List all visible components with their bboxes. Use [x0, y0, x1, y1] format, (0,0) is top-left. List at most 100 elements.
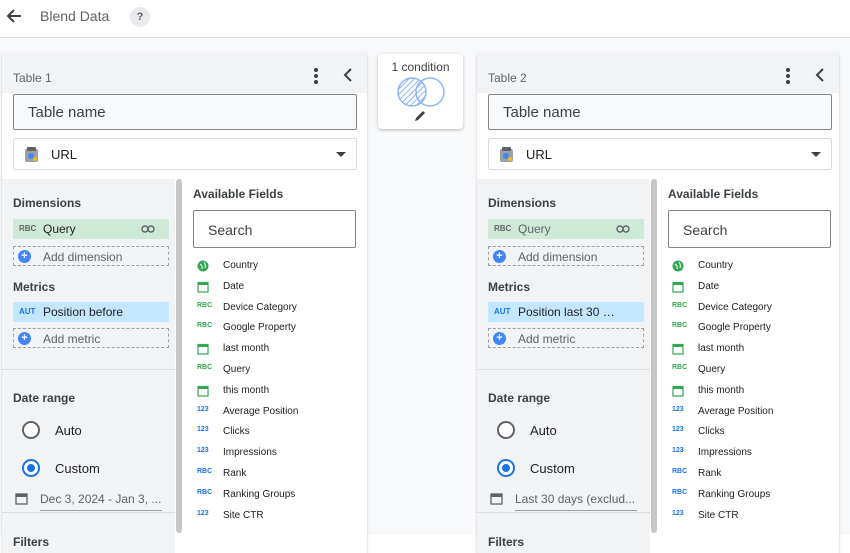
blend-canvas: 1 condition Table 1 Table name URL Dimen… — [0, 39, 850, 553]
calendar-icon — [672, 281, 685, 293]
metric-label: Position before — [43, 305, 124, 319]
field-label: Query — [223, 363, 251, 375]
123-icon: 123 — [197, 426, 209, 434]
add-metric-button[interactable]: + Add metric — [488, 328, 644, 348]
page-title: Blend Data — [40, 8, 110, 24]
metrics-title: Metrics — [13, 280, 56, 294]
add-metric-label: Add metric — [518, 332, 576, 346]
field-label: Ranking Groups — [698, 488, 771, 500]
search-input[interactable]: Search — [193, 210, 356, 248]
collapse-chevron-icon[interactable] — [341, 67, 355, 83]
available-fields-column: Available Fields Search Country Date RBC De… — [183, 179, 367, 553]
available-fields-column: Available Fields Search Country Date RBC De… — [658, 179, 839, 553]
table-label: Table 1 — [13, 71, 52, 85]
date-range-input[interactable]: Dec 3, 2024 - Jan 3, ... — [40, 492, 162, 511]
calendar-icon — [490, 493, 503, 505]
calendar-icon — [197, 281, 210, 293]
search-console-icon — [500, 147, 513, 162]
auto-radio[interactable] — [22, 421, 40, 439]
table-panel-2: Table 2 Table name URL Dimensions RBC Qu… — [477, 53, 839, 553]
field-label: Rank — [223, 467, 247, 479]
search-console-icon — [25, 147, 38, 162]
column-scrollbar[interactable] — [176, 179, 182, 533]
divider — [477, 512, 650, 513]
panel-header: Table 2 — [477, 53, 839, 93]
field-label: Country — [698, 260, 734, 271]
dimension-label: Query — [43, 222, 76, 236]
field-label: Country — [223, 260, 259, 271]
add-dimension-button[interactable]: + Add dimension — [488, 246, 644, 266]
add-icon: + — [493, 332, 506, 345]
divider — [477, 369, 650, 370]
date-range-title: Date range — [488, 391, 551, 405]
available-fields-title: Available Fields — [668, 187, 759, 201]
custom-label: Custom — [55, 461, 100, 476]
filters-title: Filters — [13, 535, 50, 549]
field-label: Clicks — [223, 426, 250, 438]
join-configuration-button[interactable]: 1 condition — [378, 54, 463, 129]
join-condition-label: 1 condition — [391, 60, 450, 74]
abc-icon: RBC — [672, 363, 688, 371]
data-source-select[interactable]: URL — [13, 138, 357, 170]
date-range-title: Date range — [13, 391, 76, 405]
custom-radio[interactable] — [22, 459, 40, 477]
add-metric-label: Add metric — [43, 332, 101, 346]
back-arrow-icon[interactable] — [4, 6, 24, 26]
table-label: Table 2 — [488, 71, 527, 85]
field-label: Ranking Groups — [223, 488, 296, 500]
table-name-input[interactable]: Table name — [13, 94, 357, 130]
column-scrollbar[interactable] — [651, 179, 657, 533]
dimension-chip[interactable]: RBC Query — [13, 219, 169, 239]
table-name-input[interactable]: Table name — [488, 94, 832, 130]
metric-chip[interactable]: AUT Position before — [13, 302, 169, 322]
metric-chip[interactable]: AUT Position last 30 d... — [488, 302, 644, 322]
field-label: Average Position — [698, 405, 774, 417]
123-icon: 123 — [197, 509, 209, 517]
calendar-icon — [197, 343, 210, 355]
edit-pencil-icon — [415, 111, 425, 121]
123-icon: 123 — [672, 447, 684, 455]
field-label: this month — [698, 384, 745, 396]
calendar-icon — [15, 493, 28, 505]
field-label: Google Property — [698, 322, 771, 334]
dimensions-title: Dimensions — [488, 196, 557, 210]
field-label: last month — [698, 343, 745, 355]
auto-type-icon: AUT — [494, 307, 511, 316]
help-icon[interactable]: ? — [130, 7, 150, 27]
123-icon: 123 — [197, 405, 209, 413]
add-dimension-button[interactable]: + Add dimension — [13, 246, 169, 266]
metrics-title: Metrics — [488, 280, 531, 294]
table-panel-1: Table 1 Table name URL Dimensions RBC Qu… — [2, 53, 367, 553]
dropdown-caret-icon — [811, 152, 821, 157]
more-options-icon[interactable] — [309, 67, 323, 85]
add-metric-button[interactable]: + Add metric — [13, 328, 169, 348]
add-dimension-label: Add dimension — [43, 250, 123, 264]
data-source-select[interactable]: URL — [488, 138, 832, 170]
calendar-icon — [197, 385, 210, 397]
filters-title: Filters — [488, 535, 525, 549]
auto-label: Auto — [55, 423, 82, 438]
globe-icon — [197, 260, 210, 272]
custom-radio[interactable] — [497, 459, 515, 477]
panel-header: Table 1 — [2, 53, 367, 93]
abc-icon: RBC — [672, 301, 688, 309]
date-range-input[interactable]: Last 30 days (exclud... — [515, 492, 637, 511]
field-label: Query — [698, 363, 726, 375]
config-column: Dimensions RBC Query + Add dimension Met… — [477, 179, 650, 553]
123-icon: 123 — [672, 509, 684, 517]
auto-label: Auto — [530, 423, 557, 438]
field-label: Average Position — [223, 405, 299, 417]
field-label: Date — [698, 280, 720, 292]
auto-type-icon: AUT — [19, 307, 36, 316]
venn-join-icon — [397, 77, 445, 107]
more-options-icon[interactable] — [781, 67, 795, 85]
dimension-chip[interactable]: RBC Query — [488, 219, 644, 239]
auto-radio[interactable] — [497, 421, 515, 439]
link-icon — [616, 225, 630, 233]
search-input[interactable]: Search — [668, 210, 831, 248]
text-type-icon: RBC — [494, 224, 512, 233]
collapse-chevron-icon[interactable] — [813, 67, 827, 83]
available-fields-title: Available Fields — [193, 187, 284, 201]
add-dimension-label: Add dimension — [518, 250, 598, 264]
field-label: Rank — [698, 467, 722, 479]
